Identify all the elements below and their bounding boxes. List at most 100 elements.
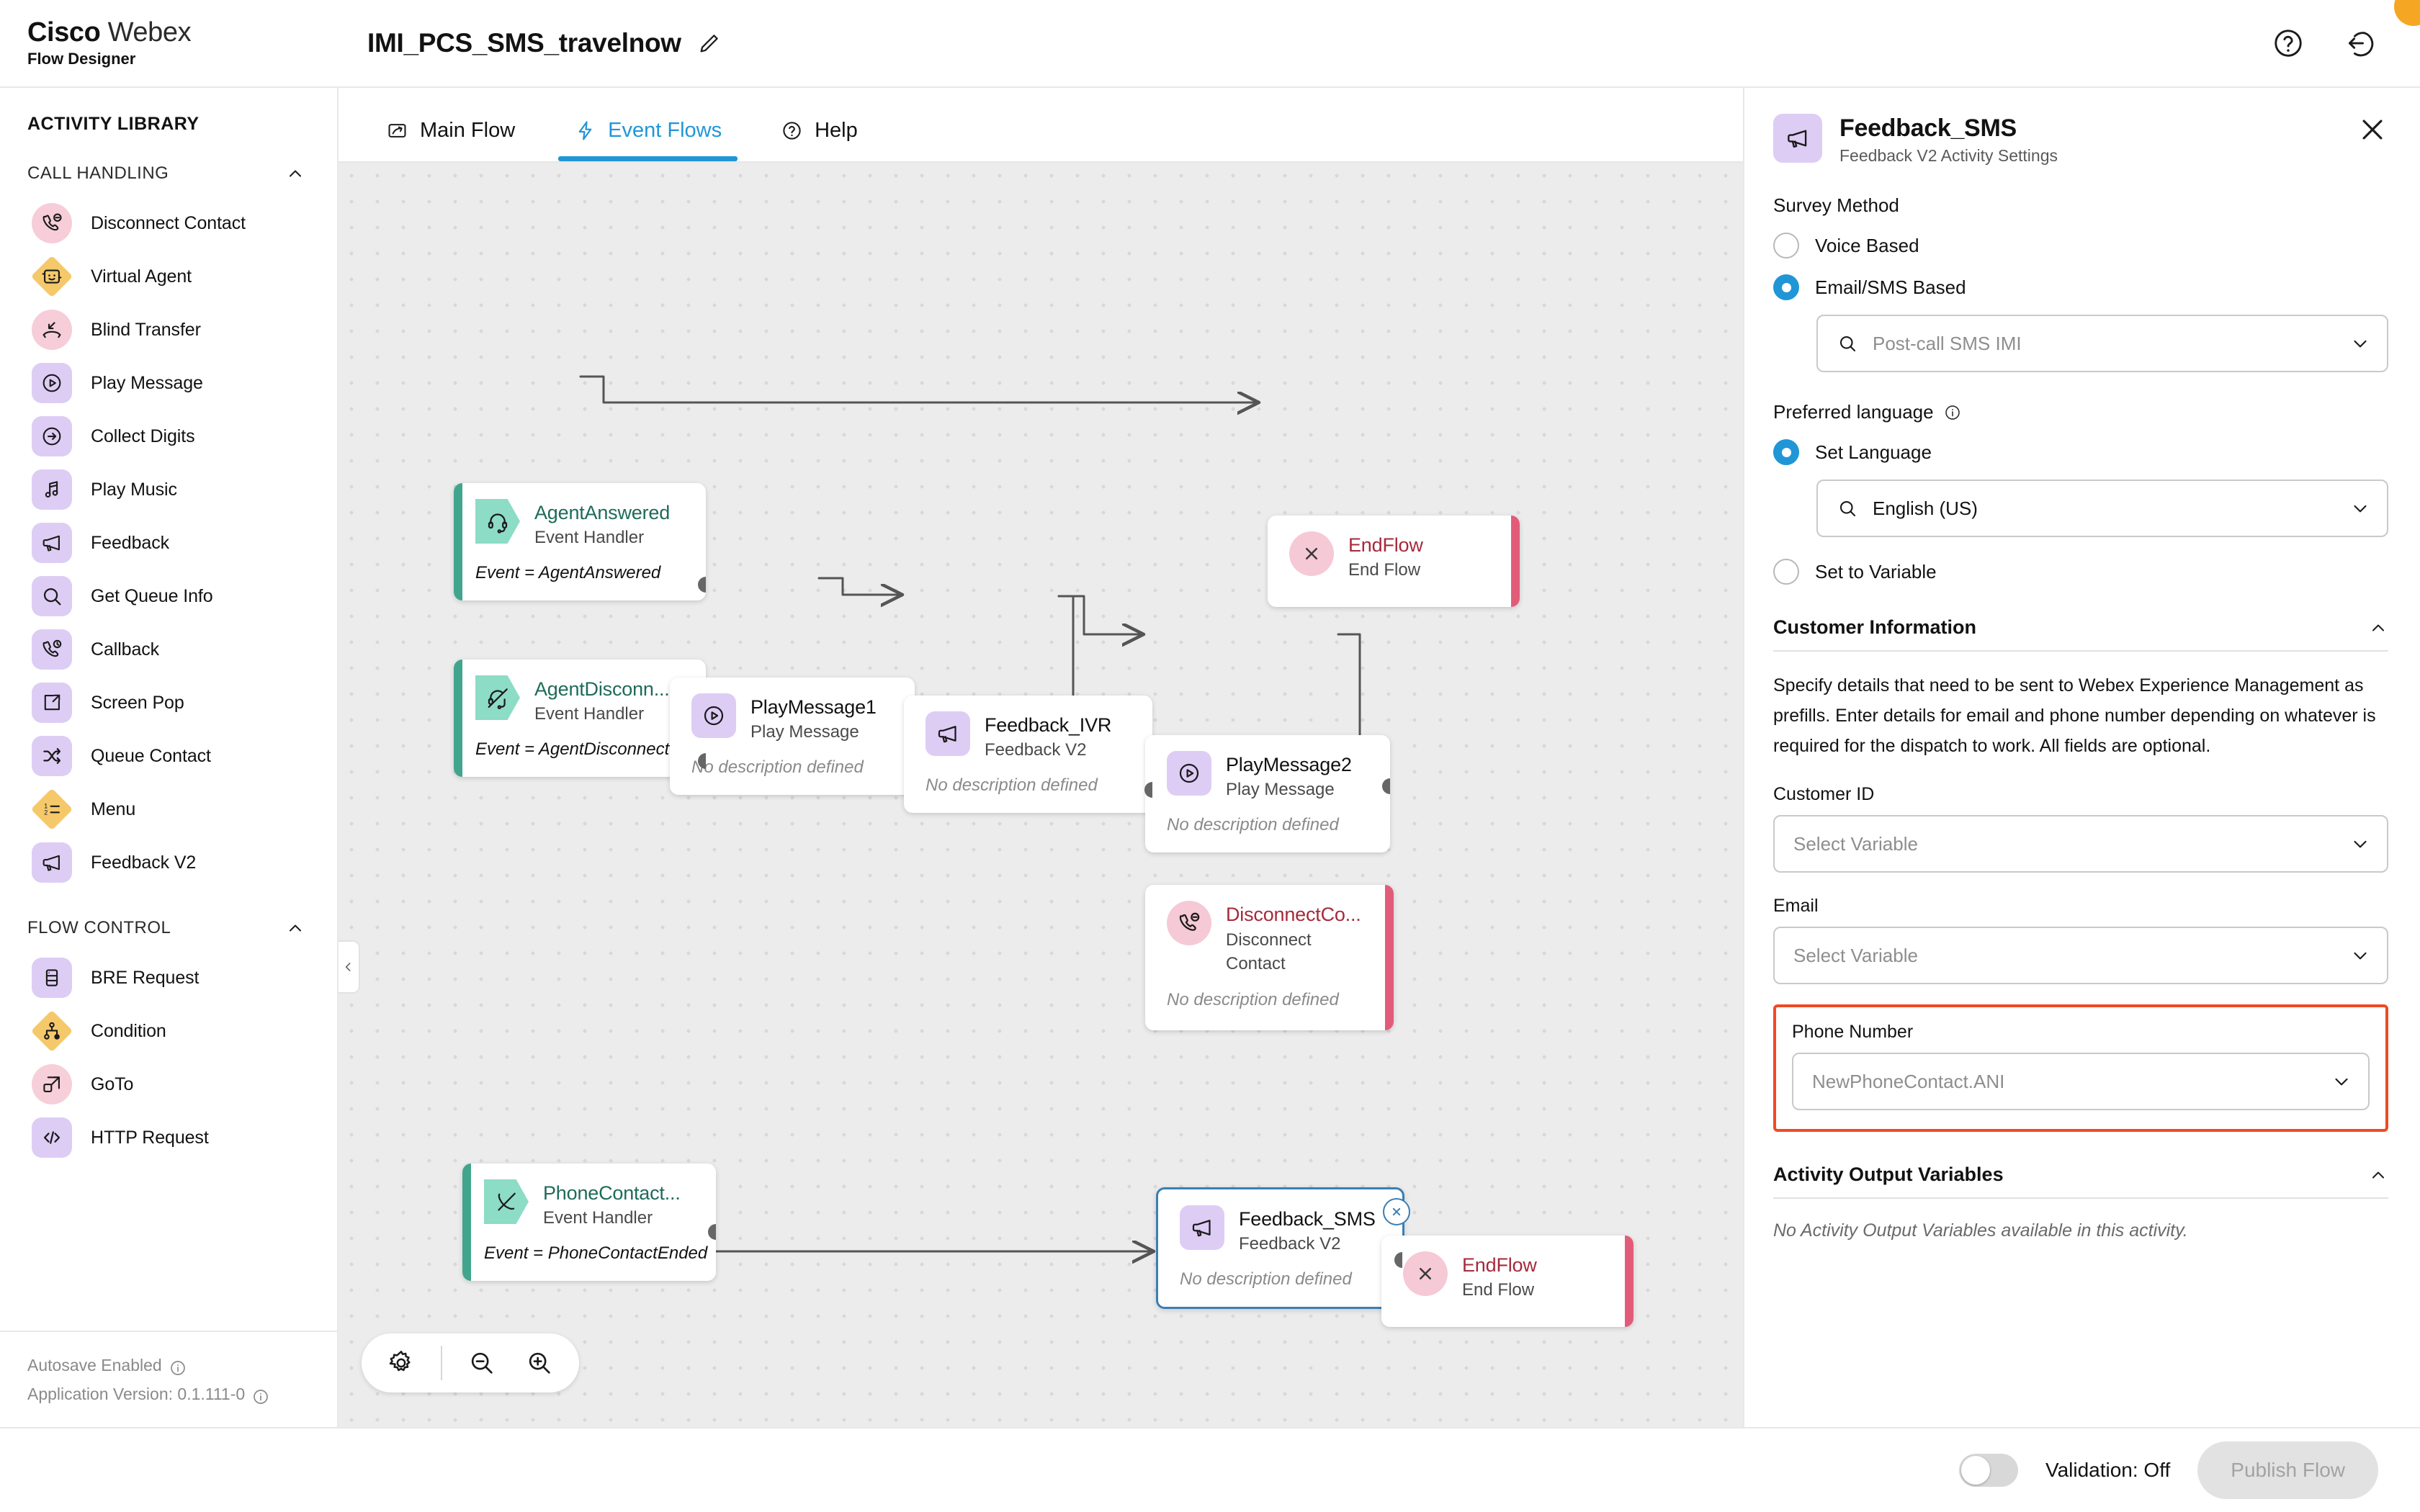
radio-set-to-variable[interactable]: Set to Variable	[1773, 559, 2388, 585]
node-agent-disconnected[interactable]: AgentDisconn... Event Handler Event = Ag…	[454, 660, 706, 777]
info-icon[interactable]	[252, 1385, 269, 1404]
main-region: ACTIVITY LIBRARY CALL HANDLING Disconnec…	[0, 88, 2420, 1427]
sidebar-item-condition[interactable]: Condition	[0, 1004, 337, 1058]
pencil-icon[interactable]	[697, 31, 722, 55]
node-disconnect-contact[interactable]: DisconnectCo... Disconnect Contact No de…	[1145, 885, 1394, 1030]
tab-event-flows[interactable]: Event Flows	[558, 119, 738, 161]
accordion-customer-information[interactable]: Customer Information	[1773, 616, 2388, 652]
node-subtitle: Event Handler	[534, 704, 645, 724]
phone-number-select[interactable]: NewPhoneContact.ANI	[1792, 1053, 2370, 1110]
node-output-port[interactable]	[1382, 778, 1390, 794]
gear-icon[interactable]	[383, 1345, 419, 1381]
sidebar-item-play-music[interactable]: Play Music	[0, 463, 337, 516]
node-title: EndFlow	[1462, 1254, 1537, 1276]
radio-email-sms-based[interactable]: Email/SMS Based	[1773, 274, 2388, 300]
close-icon[interactable]	[2357, 114, 2388, 145]
app-version-label: Application Version: 0.1.111-0	[27, 1385, 246, 1403]
sidebar-item-play-message[interactable]: Play Message	[0, 356, 337, 410]
customer-id-select[interactable]: Select Variable	[1773, 815, 2388, 873]
sidebar-item-goto[interactable]: GoTo	[0, 1058, 337, 1111]
activity-library-sidebar: ACTIVITY LIBRARY CALL HANDLING Disconnec…	[0, 88, 339, 1427]
group-header-call-handling[interactable]: CALL HANDLING	[0, 135, 337, 197]
zoom-out-icon[interactable]	[464, 1345, 500, 1381]
node-subtitle: Play Message	[750, 722, 859, 742]
sidebar-item-bre-request[interactable]: BRE Request	[0, 951, 337, 1004]
sidebar-item-virtual-agent[interactable]: Virtual Agent	[0, 250, 337, 303]
node-end-flow-bottom[interactable]: EndFlow End Flow	[1381, 1236, 1634, 1327]
sidebar-scroll[interactable]: ACTIVITY LIBRARY CALL HANDLING Disconnec…	[0, 88, 337, 1331]
email-select[interactable]: Select Variable	[1773, 927, 2388, 984]
chevron-up-icon	[2368, 1165, 2388, 1185]
brand-name: Cisco Webex	[27, 17, 339, 48]
sidebar-item-label: Disconnect Contact	[91, 212, 246, 233]
controls-divider	[441, 1346, 442, 1380]
node-feedback-ivr[interactable]: Feedback_IVR Feedback V2 No description …	[904, 696, 1152, 813]
sidebar-collapse-handle[interactable]	[339, 940, 360, 994]
external-link-icon	[32, 683, 72, 723]
node-feedback-sms[interactable]: Feedback_SMS Feedback V2 No description …	[1156, 1187, 1404, 1309]
help-circle-icon[interactable]	[2272, 27, 2305, 60]
node-title: PlayMessage1	[750, 696, 877, 718]
accordion-title: Activity Output Variables	[1773, 1164, 2004, 1185]
radio-set-language[interactable]: Set Language	[1773, 439, 2388, 465]
info-icon[interactable]	[1944, 404, 1961, 421]
validation-toggle[interactable]	[1958, 1454, 2018, 1487]
logout-icon[interactable]	[2345, 27, 2378, 60]
sidebar-item-blind-transfer[interactable]: Blind Transfer	[0, 303, 337, 356]
canvas-tabs: Main Flow Event Flows Help	[339, 88, 1743, 163]
accordion-activity-output-variables[interactable]: Activity Output Variables	[1773, 1164, 2388, 1199]
sidebar-item-collect-digits[interactable]: Collect Digits	[0, 410, 337, 463]
database-icon	[32, 958, 72, 998]
tab-main-flow[interactable]: Main Flow	[370, 119, 531, 161]
preferred-language-label-row: Preferred language	[1773, 401, 2388, 423]
publish-flow-button[interactable]: Publish Flow	[2197, 1441, 2378, 1499]
headset-icon	[475, 499, 520, 544]
sidebar-item-feedback[interactable]: Feedback	[0, 516, 337, 570]
node-description: Event = AgentDisconnected	[475, 739, 689, 759]
sidebar-item-feedback-v2[interactable]: Feedback V2	[0, 836, 337, 889]
radio-voice-based[interactable]: Voice Based	[1773, 233, 2388, 258]
node-end-flow-top[interactable]: EndFlow End Flow	[1268, 516, 1520, 607]
node-play-message-2[interactable]: PlayMessage2 Play Message No description…	[1145, 735, 1390, 852]
preferred-language-label: Preferred language	[1773, 401, 1934, 423]
node-subtitle: Play Message	[1226, 780, 1335, 799]
panel-body[interactable]: Survey Method Voice Based Email/SMS Base…	[1744, 166, 2420, 1427]
flow-canvas[interactable]: AgentAnswered Event Handler Event = Agen…	[339, 163, 1743, 1427]
header-actions	[2272, 27, 2420, 60]
music-note-icon	[32, 469, 72, 510]
sidebar-item-menu[interactable]: 12 Menu	[0, 783, 337, 836]
node-agent-answered[interactable]: AgentAnswered Event Handler Event = Agen…	[454, 483, 706, 600]
email-value: Select Variable	[1793, 944, 1918, 966]
language-select[interactable]: English (US)	[1816, 480, 2388, 537]
node-subtitle: End Flow	[1462, 1280, 1535, 1300]
goto-icon	[32, 1064, 72, 1104]
sidebar-item-http-request[interactable]: HTTP Request	[0, 1111, 337, 1164]
sidebar-item-get-queue-info[interactable]: Get Queue Info	[0, 570, 337, 623]
brand-cisco: Cisco	[27, 17, 101, 48]
zoom-in-icon[interactable]	[521, 1345, 557, 1381]
node-accent-bar	[454, 660, 462, 777]
node-play-message-1[interactable]: PlayMessage1 Play Message No description…	[670, 678, 915, 795]
node-output-port[interactable]	[698, 577, 706, 593]
survey-select[interactable]: Post-call SMS IMI	[1816, 315, 2388, 372]
brand-logo: Cisco Webex Flow Designer	[0, 17, 339, 69]
node-output-port[interactable]	[708, 1224, 716, 1240]
brand-product: Flow Designer	[27, 50, 136, 68]
node-close-icon[interactable]	[1383, 1198, 1410, 1225]
radio-indicator	[1773, 274, 1799, 300]
sidebar-item-callback[interactable]: Callback	[0, 623, 337, 676]
info-icon[interactable]	[169, 1356, 187, 1375]
node-phone-contact-ended[interactable]: PhoneContact... Event Handler Event = Ph…	[462, 1164, 716, 1281]
megaphone-icon	[1180, 1205, 1224, 1250]
sidebar-item-disconnect-contact[interactable]: Disconnect Contact	[0, 197, 337, 250]
phone-disconnect-icon	[32, 203, 72, 243]
sidebar-item-screen-pop[interactable]: Screen Pop	[0, 676, 337, 729]
canvas-controls	[362, 1333, 579, 1392]
tab-help[interactable]: Help	[765, 119, 874, 161]
node-title: AgentDisconn...	[534, 678, 670, 700]
flow-name: IMI_PCS_SMS_travelnow	[367, 28, 681, 58]
group-header-flow-control[interactable]: FLOW CONTROL	[0, 889, 337, 951]
sidebar-item-queue-contact[interactable]: Queue Contact	[0, 729, 337, 783]
phone-transfer-icon	[32, 310, 72, 350]
panel-title-group: Feedback_SMS Feedback V2 Activity Settin…	[1839, 114, 2058, 166]
